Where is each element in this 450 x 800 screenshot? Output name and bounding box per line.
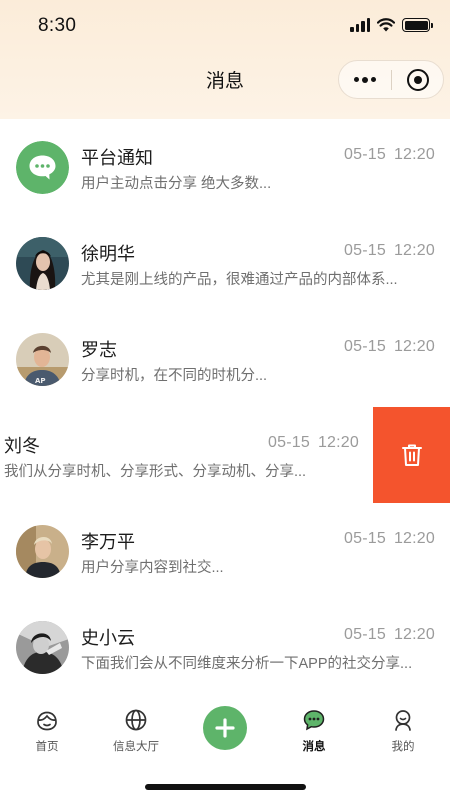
create-button[interactable]	[203, 706, 247, 750]
tab-label: 我的	[391, 741, 415, 753]
message-time: 05-15 12:20	[344, 530, 435, 547]
message-time: 05-15 12:20	[344, 242, 435, 259]
contact-name: 徐明华	[81, 244, 135, 264]
message-row[interactable]: 史小云 05-15 12:20 下面我们会从不同维度来分析一下APP的社交分享..…	[0, 599, 450, 695]
close-mini-program-icon[interactable]	[392, 61, 443, 98]
contact-name: 罗志	[81, 340, 117, 360]
status-icons	[350, 18, 433, 32]
tab-messages[interactable]: 消息	[269, 707, 359, 754]
tab-profile[interactable]: 我的	[358, 707, 448, 754]
user-photo-icon	[16, 237, 69, 290]
profile-icon	[395, 710, 411, 731]
tab-label: 消息	[302, 741, 326, 753]
status-bar: 8:30	[0, 0, 450, 52]
tab-label: 信息大厅	[113, 741, 159, 753]
contact-name: 史小云	[81, 628, 135, 648]
avatar	[16, 525, 69, 578]
notification-avatar	[16, 141, 69, 194]
avatar	[16, 621, 69, 674]
message-preview: 下面我们会从不同维度来分析一下APP的社交分享...	[81, 656, 413, 672]
message-time: 05-15 12:20	[344, 626, 435, 643]
svg-text:AP: AP	[35, 377, 46, 385]
header: 8:30 消息	[0, 0, 450, 119]
tab-label: 首页	[35, 741, 59, 753]
message-time: 05-15 12:20	[268, 434, 359, 451]
contact-name: 平台通知	[81, 148, 153, 168]
message-preview: 用户分享内容到社交...	[81, 560, 224, 576]
contact-name: 李万平	[81, 532, 135, 552]
plus-icon	[215, 718, 235, 738]
tab-home[interactable]: 首页	[2, 707, 92, 754]
message-preview: 分享时机，在不同的时机分...	[81, 368, 268, 384]
cellular-signal-icon	[350, 18, 370, 32]
message-preview: 用户主动点击分享 绝大多数...	[81, 176, 272, 192]
message-row[interactable]: AP 罗志 05-15 12:20 分享时机，在不同的时机分...	[0, 311, 450, 407]
home-indicator[interactable]	[145, 784, 306, 790]
avatar: AP	[16, 333, 69, 386]
home-face-icon	[37, 711, 57, 731]
message-time: 05-15 12:20	[344, 338, 435, 355]
wifi-icon	[377, 18, 395, 32]
status-time: 8:30	[38, 15, 77, 36]
contact-name: 刘冬	[4, 436, 40, 456]
message-row-swiped[interactable]: 刘冬 05-15 12:20 我们从分享时机、分享形式、分享动机、分享...	[0, 407, 450, 503]
notification-icon	[16, 141, 69, 194]
user-photo-icon: AP	[16, 333, 69, 386]
message-time: 05-15 12:20	[344, 146, 435, 163]
message-row[interactable]: 李万平 05-15 12:20 用户分享内容到社交...	[0, 503, 450, 599]
message-preview: 我们从分享时机、分享形式、分享动机、分享...	[4, 464, 307, 480]
more-options-icon[interactable]	[339, 61, 391, 98]
chat-bubble-icon	[303, 710, 325, 731]
globe-icon	[125, 709, 147, 731]
message-preview: 尤其是刚上线的产品，很难通过产品的内部体系...	[81, 272, 398, 288]
user-photo-icon	[16, 621, 69, 674]
message-row[interactable]: 徐明华 05-15 12:20 尤其是刚上线的产品，很难通过产品的内部体系...	[0, 215, 450, 311]
user-photo-icon	[16, 525, 69, 578]
battery-icon	[402, 18, 433, 32]
tab-info-hall[interactable]: 信息大厅	[91, 707, 181, 754]
avatar	[16, 237, 69, 290]
delete-button[interactable]	[373, 407, 450, 503]
message-row[interactable]: 平台通知 05-15 12:20 用户主动点击分享 绝大多数...	[0, 119, 450, 215]
trash-icon	[401, 444, 422, 466]
mini-program-capsule	[338, 60, 444, 99]
